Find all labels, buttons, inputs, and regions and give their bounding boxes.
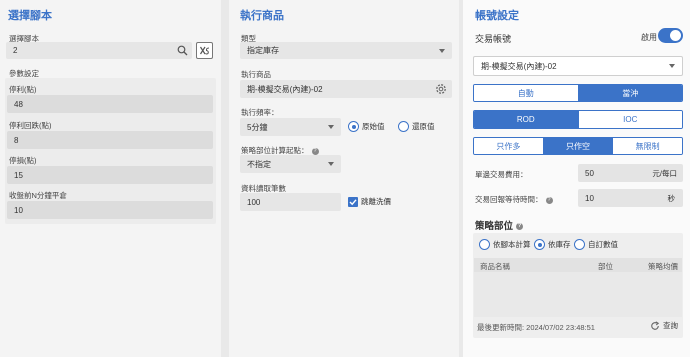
enable-label: 啟用 (641, 33, 657, 42)
clear-icon (199, 46, 210, 55)
fee-input[interactable]: 50 元/每口 (578, 164, 683, 182)
side-short-button[interactable]: 只作空 (542, 138, 613, 154)
type-select[interactable]: 指定庫存 (240, 42, 452, 59)
start-label-text: 策略部位計算起點： (241, 146, 309, 155)
wait-value: 10 (585, 193, 594, 203)
wait-input[interactable]: 10 秒 (578, 189, 683, 207)
side-any-button[interactable]: 無限制 (612, 138, 682, 154)
enable-toggle[interactable] (658, 28, 683, 43)
data-count-value: 100 (247, 197, 261, 207)
type-value: 指定庫存 (247, 46, 279, 55)
position-table-header: 商品名稱 部位 策略均價 (474, 258, 682, 272)
product-panel-title: 執行商品 (240, 10, 284, 22)
param-1-label: 停利回跌(點) (9, 121, 52, 130)
help-icon[interactable]: ? (516, 222, 524, 230)
fee-unit: 元/每口 (652, 168, 677, 178)
freq-radio-original-label: 原始值 (362, 122, 385, 131)
start-select[interactable]: 不指定 (240, 155, 341, 173)
product-label: 執行商品 (241, 70, 271, 79)
param-3-label: 收盤前N分鐘平倉 (9, 191, 67, 200)
position-title-text: 策略部位 (475, 221, 514, 232)
freq-label: 執行頻率： (241, 108, 279, 117)
mode-daytrade-button[interactable]: 當沖 (577, 85, 682, 101)
refresh-button[interactable]: 查詢 (650, 320, 678, 331)
position-table-body (474, 272, 682, 317)
position-radio-custom[interactable]: 自訂數值 (574, 239, 618, 250)
fee-value: 50 (585, 168, 594, 178)
param-2-value: 15 (14, 170, 23, 180)
refresh-icon (651, 320, 660, 330)
script-value: 2 (13, 46, 18, 55)
position-radio-inventory[interactable]: 依庫存 (534, 239, 571, 250)
product-value: 期-模擬交易(內建)-02 (247, 84, 323, 94)
help-icon[interactable]: ? (311, 147, 319, 155)
col-product-name: 商品名稱 (480, 262, 510, 271)
account-panel: 帳號設定 交易帳號 啟用 期-模擬交易(內建)-02 自動 當沖 ROD IOC… (463, 0, 690, 357)
order-rod-button[interactable]: ROD (474, 111, 578, 128)
order-segment: ROD IOC (473, 110, 683, 129)
script-panel: 選擇腳本 選擇腳本 2 參數設定 停利(點) 48 停利回跌(點) 8 停損(點… (0, 0, 221, 357)
side-long-button[interactable]: 只作多 (474, 138, 543, 154)
account-select[interactable]: 期-模擬交易(內建)-02 (473, 56, 683, 76)
start-value: 不指定 (247, 159, 271, 169)
skip-checkbox[interactable]: 跳離洗價 (348, 196, 391, 207)
skip-checkbox-label: 跳離洗價 (361, 197, 391, 206)
freq-value: 5分鐘 (247, 122, 268, 132)
chevron-down-icon (328, 162, 334, 166)
param-group: 停利(點) 48 停利回跌(點) 8 停損(點) 15 收盤前N分鐘平倉 10 (5, 78, 216, 224)
col-avg-price: 策略均價 (648, 262, 678, 271)
position-radio-script[interactable]: 依腳本計算 (479, 239, 531, 250)
account-panel-title: 帳號設定 (475, 10, 519, 22)
param-0-value: 48 (14, 99, 23, 109)
wait-label: 交易回報等待時間：? (475, 194, 553, 205)
param-3-input[interactable]: 10 (7, 201, 213, 219)
radio-checked-icon (534, 239, 545, 250)
param-1-input[interactable]: 8 (7, 131, 213, 149)
script-input[interactable]: 2 (6, 42, 192, 59)
checkbox-checked-icon (348, 196, 358, 207)
gear-icon[interactable] (435, 83, 447, 95)
clear-script-button[interactable] (196, 42, 213, 59)
mode-auto-button[interactable]: 自動 (474, 85, 578, 101)
refresh-label: 查詢 (663, 321, 678, 330)
freq-select[interactable]: 5分鐘 (240, 118, 341, 136)
param-3-value: 10 (14, 205, 23, 215)
data-count-input[interactable]: 100 (240, 193, 341, 211)
radio-unchecked-icon (398, 121, 409, 132)
help-icon[interactable]: ? (545, 196, 553, 204)
param-2-input[interactable]: 15 (7, 166, 213, 184)
side-segment: 只作多 只作空 無限制 (473, 137, 683, 155)
wait-unit: 秒 (667, 193, 676, 203)
wait-label-text: 交易回報等待時間： (475, 195, 543, 204)
mode-segment: 自動 當沖 (473, 84, 683, 102)
radio-unchecked-icon (574, 239, 585, 250)
param-1-value: 8 (14, 135, 19, 145)
account-value: 期-模擬交易(內建)-02 (481, 61, 557, 71)
toggle-knob (670, 30, 681, 41)
radio-checked-icon (348, 121, 359, 132)
position-radio-script-label: 依腳本計算 (493, 240, 531, 249)
chevron-down-icon (328, 125, 334, 129)
product-panel: 執行商品 類型 指定庫存 執行商品 期-模擬交易(內建)-02 執行頻率： 5分… (229, 0, 459, 357)
chevron-down-icon (669, 64, 675, 68)
position-title: 策略部位? (475, 218, 524, 232)
freq-radio-original[interactable]: 原始值 (348, 121, 385, 132)
freq-radio-restored[interactable]: 還原值 (398, 121, 435, 132)
product-input[interactable]: 期-模擬交易(內建)-02 (240, 80, 452, 98)
param-0-label: 停利(點) (9, 85, 37, 94)
search-icon[interactable] (177, 45, 188, 56)
col-position: 部位 (598, 262, 613, 271)
param-0-input[interactable]: 48 (7, 95, 213, 113)
script-panel-title: 選擇腳本 (8, 10, 52, 22)
chevron-down-icon (439, 48, 445, 53)
radio-unchecked-icon (479, 239, 490, 250)
fee-label: 單邊交易費用： (475, 170, 528, 179)
position-radio-inventory-label: 依庫存 (548, 240, 571, 249)
last-updated: 最後更新時間: 2024/07/02 23:48:51 (477, 323, 595, 332)
position-radio-custom-label: 自訂數值 (588, 240, 618, 249)
freq-radio-restored-label: 還原值 (412, 122, 435, 131)
account-label: 交易帳號 (475, 34, 512, 44)
order-ioc-button[interactable]: IOC (577, 111, 682, 128)
param-2-label: 停損(點) (9, 156, 37, 165)
